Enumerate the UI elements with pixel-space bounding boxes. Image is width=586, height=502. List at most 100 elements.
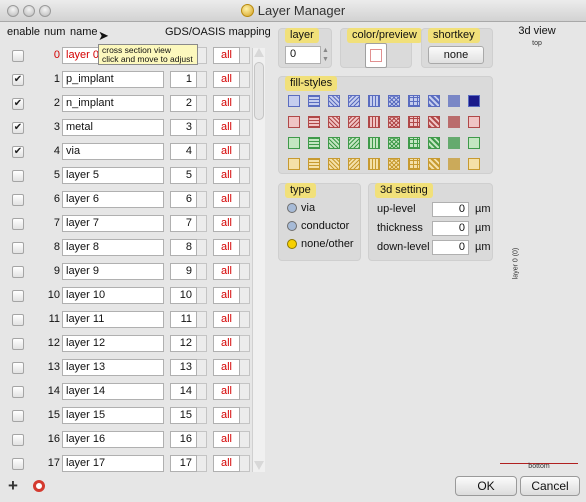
gds-number-field[interactable]: 8: [170, 239, 197, 256]
layer-name-field[interactable]: via: [62, 143, 164, 160]
enable-checkbox[interactable]: [12, 50, 24, 62]
layer-name-field[interactable]: layer 15: [62, 407, 164, 424]
layer-name-field[interactable]: layer 16: [62, 431, 164, 448]
gds-stepper[interactable]: [197, 95, 207, 112]
gds-stepper[interactable]: [197, 167, 207, 184]
fill-style-swatch[interactable]: [388, 137, 400, 149]
mapping-field[interactable]: all: [213, 455, 240, 472]
gds-number-field[interactable]: 3: [170, 119, 197, 136]
fill-style-swatch[interactable]: [448, 116, 460, 128]
mapping-stepper[interactable]: [240, 455, 250, 472]
fill-style-swatch[interactable]: [388, 158, 400, 170]
layer-name-field[interactable]: layer 12: [62, 335, 164, 352]
fill-style-swatch[interactable]: [388, 116, 400, 128]
layer-name-field[interactable]: layer 11: [62, 311, 164, 328]
fill-style-swatch[interactable]: [368, 158, 380, 170]
fill-style-swatch[interactable]: [328, 137, 340, 149]
fill-style-swatch[interactable]: [288, 95, 300, 107]
fill-style-swatch[interactable]: [328, 95, 340, 107]
layer-row[interactable]: 10 layer 10 10 all: [0, 284, 270, 308]
fill-style-swatch[interactable]: [308, 116, 320, 128]
enable-checkbox[interactable]: [12, 194, 24, 206]
type-radio-via[interactable]: [287, 203, 297, 213]
mapping-stepper[interactable]: [240, 263, 250, 280]
gds-stepper[interactable]: [197, 239, 207, 256]
mapping-stepper[interactable]: [240, 71, 250, 88]
gds-number-field[interactable]: 13: [170, 359, 197, 376]
gds-number-field[interactable]: 5: [170, 167, 197, 184]
fill-style-swatch[interactable]: [388, 95, 400, 107]
mapping-stepper[interactable]: [240, 95, 250, 112]
gds-stepper[interactable]: [197, 71, 207, 88]
fill-style-swatch[interactable]: [348, 95, 360, 107]
gds-number-field[interactable]: 16: [170, 431, 197, 448]
fill-style-swatch[interactable]: [368, 95, 380, 107]
gds-stepper[interactable]: [197, 287, 207, 304]
mapping-stepper[interactable]: [240, 431, 250, 448]
layer-name-field[interactable]: n_implant: [62, 95, 164, 112]
mapping-stepper[interactable]: [240, 143, 250, 160]
layer-name-field[interactable]: layer 10: [62, 287, 164, 304]
fill-style-swatch[interactable]: [348, 137, 360, 149]
fill-style-swatch[interactable]: [448, 137, 460, 149]
gds-stepper[interactable]: [197, 143, 207, 160]
shortkey-button[interactable]: none: [428, 46, 484, 64]
gds-stepper[interactable]: [197, 335, 207, 352]
gds-number-field[interactable]: 9: [170, 263, 197, 280]
ok-button[interactable]: OK: [455, 476, 517, 496]
layer-row[interactable]: 7 layer 7 7 all: [0, 212, 270, 236]
fill-style-swatch[interactable]: [468, 95, 480, 107]
enable-checkbox[interactable]: [12, 290, 24, 302]
layer-name-field[interactable]: layer 14: [62, 383, 164, 400]
enable-checkbox[interactable]: [12, 266, 24, 278]
fill-style-swatch[interactable]: [328, 158, 340, 170]
mapping-field[interactable]: all: [213, 263, 240, 280]
gds-number-field[interactable]: 6: [170, 191, 197, 208]
gds-number-field[interactable]: 10: [170, 287, 197, 304]
layer-name-field[interactable]: metal: [62, 119, 164, 136]
layer-row[interactable]: 12 layer 12 12 all: [0, 332, 270, 356]
layer-name-field[interactable]: layer 5: [62, 167, 164, 184]
mapping-stepper[interactable]: [240, 47, 250, 64]
mapping-field[interactable]: all: [213, 311, 240, 328]
gds-stepper[interactable]: [197, 47, 207, 64]
type-radio-conductor[interactable]: [287, 221, 297, 231]
mapping-field[interactable]: all: [213, 335, 240, 352]
fill-style-swatch[interactable]: [428, 158, 440, 170]
enable-checkbox[interactable]: ✔: [12, 122, 24, 134]
mapping-stepper[interactable]: [240, 191, 250, 208]
layer-name-field[interactable]: layer 13: [62, 359, 164, 376]
fill-style-swatch[interactable]: [408, 95, 420, 107]
fill-style-swatch[interactable]: [428, 137, 440, 149]
layer-row[interactable]: 6 layer 6 6 all: [0, 188, 270, 212]
fill-style-swatch[interactable]: [308, 158, 320, 170]
fill-style-swatch[interactable]: [288, 116, 300, 128]
layer-row[interactable]: 17 layer 17 17 all: [0, 452, 270, 476]
layer-name-field[interactable]: layer 17: [62, 455, 164, 472]
fill-style-swatch[interactable]: [468, 116, 480, 128]
add-layer-icon[interactable]: +: [8, 477, 18, 494]
mapping-field[interactable]: all: [213, 143, 240, 160]
fill-style-swatch[interactable]: [448, 158, 460, 170]
mapping-stepper[interactable]: [240, 167, 250, 184]
mapping-stepper[interactable]: [240, 335, 250, 352]
fill-style-swatch[interactable]: [328, 116, 340, 128]
fill-style-swatch[interactable]: [408, 158, 420, 170]
mapping-field[interactable]: all: [213, 215, 240, 232]
enable-checkbox[interactable]: [12, 242, 24, 254]
layer-row[interactable]: 11 layer 11 11 all: [0, 308, 270, 332]
gds-stepper[interactable]: [197, 119, 207, 136]
enable-checkbox[interactable]: [12, 458, 24, 470]
mapping-stepper[interactable]: [240, 407, 250, 424]
scroll-down-arrow-icon[interactable]: [254, 461, 264, 470]
mapping-field[interactable]: all: [213, 167, 240, 184]
mapping-field[interactable]: all: [213, 119, 240, 136]
enable-checkbox[interactable]: [12, 314, 24, 326]
layer-name-field[interactable]: layer 7: [62, 215, 164, 232]
setting-input[interactable]: 0: [432, 202, 469, 217]
gds-stepper[interactable]: [197, 311, 207, 328]
setting-input[interactable]: 0: [432, 221, 469, 236]
layer-row[interactable]: 13 layer 13 13 all: [0, 356, 270, 380]
mapping-stepper[interactable]: [240, 119, 250, 136]
gds-number-field[interactable]: 7: [170, 215, 197, 232]
